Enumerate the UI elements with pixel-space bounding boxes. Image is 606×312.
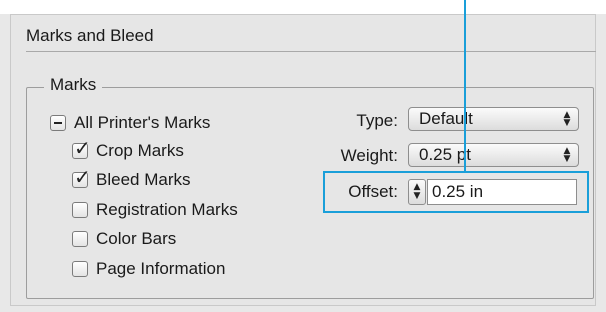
popup-arrows-icon: ▲ ▼ — [563, 110, 571, 128]
callout-pointer-line — [464, 0, 466, 171]
all-printers-marks-checkbox[interactable] — [50, 115, 66, 131]
checkmark-icon: ✓ — [74, 136, 91, 160]
color-bars-checkbox[interactable] — [72, 231, 88, 247]
weight-label: Weight: — [340, 146, 398, 165]
page-information-label: Page Information — [96, 259, 226, 278]
section-title: Marks and Bleed — [26, 26, 154, 45]
page-information-row[interactable]: Page Information — [72, 259, 225, 279]
offset-highlight-box — [323, 171, 589, 213]
all-printers-marks-label: All Printer's Marks — [74, 113, 211, 132]
weight-popup[interactable]: 0.25 pt ▲ ▼ — [408, 143, 579, 167]
top-strip — [0, 0, 606, 14]
bleed-marks-label: Bleed Marks — [96, 170, 191, 189]
type-label: Type: — [356, 111, 398, 130]
type-popup[interactable]: Default ▲ ▼ — [408, 107, 579, 131]
crop-marks-row[interactable]: ✓ Crop Marks — [72, 138, 184, 161]
page-information-checkbox[interactable] — [72, 261, 88, 277]
registration-marks-label: Registration Marks — [96, 200, 238, 219]
crop-marks-checkbox[interactable]: ✓ — [72, 138, 91, 159]
registration-marks-row[interactable]: Registration Marks — [72, 200, 238, 220]
popup-arrows-icon: ▲ ▼ — [563, 146, 571, 164]
section-divider — [26, 51, 596, 52]
bleed-marks-checkbox[interactable]: ✓ — [72, 167, 91, 188]
color-bars-row[interactable]: Color Bars — [72, 229, 176, 249]
registration-marks-checkbox[interactable] — [72, 202, 88, 218]
color-bars-label: Color Bars — [96, 229, 177, 248]
all-printers-marks-row[interactable]: All Printer's Marks — [50, 113, 210, 133]
crop-marks-label: Crop Marks — [96, 141, 184, 160]
bleed-marks-row[interactable]: ✓ Bleed Marks — [72, 167, 191, 190]
checkmark-icon: ✓ — [74, 165, 91, 189]
marks-group-label: Marks — [44, 75, 103, 95]
